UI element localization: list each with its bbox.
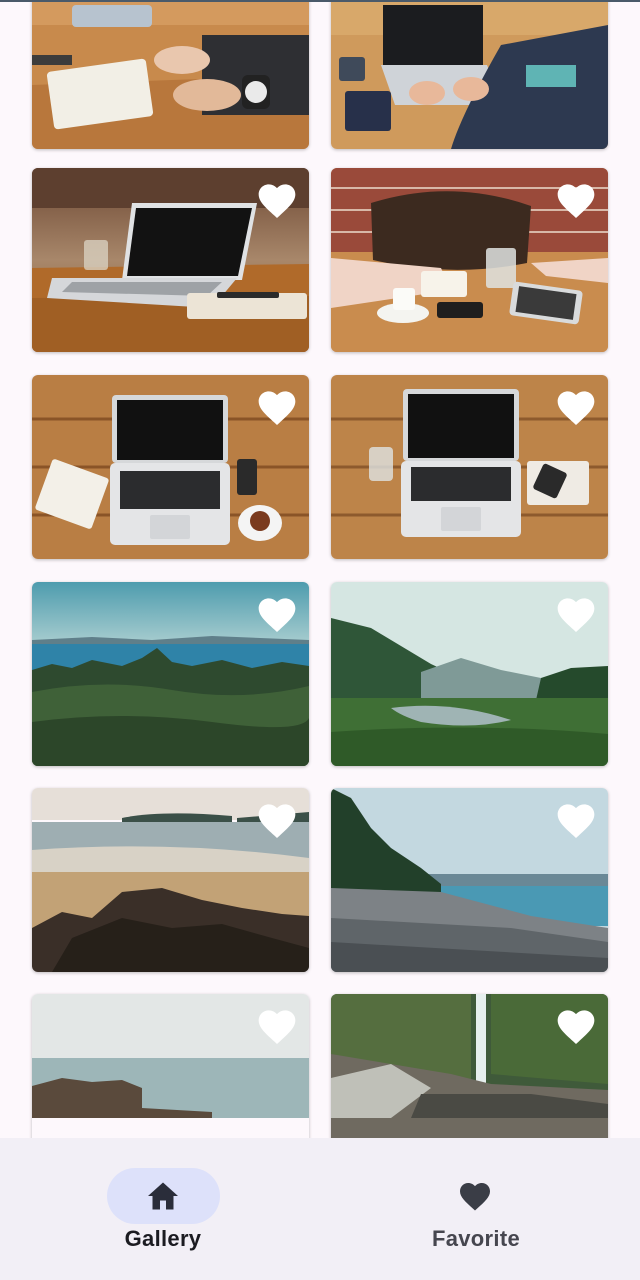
photo-card[interactable] (32, 2, 309, 149)
favorite-heart-icon[interactable] (554, 385, 598, 427)
nav-item-gallery[interactable]: Gallery (0, 1138, 320, 1280)
favorite-heart-icon[interactable] (554, 592, 598, 634)
favorite-heart-icon[interactable] (255, 592, 299, 634)
favorite-heart-icon[interactable] (255, 385, 299, 427)
photo-card[interactable] (32, 168, 309, 352)
photo-grid[interactable] (0, 2, 640, 1138)
favorite-heart-icon[interactable] (554, 1004, 598, 1046)
photo-card[interactable] (331, 994, 608, 1138)
photo-desk-notebook (32, 2, 309, 149)
nav-item-favorite[interactable]: Favorite (320, 1138, 640, 1280)
photo-card[interactable] (331, 788, 608, 972)
favorite-heart-icon[interactable] (255, 1004, 299, 1046)
photo-card[interactable] (331, 2, 608, 149)
nav-label-gallery: Gallery (124, 1226, 202, 1251)
favorite-heart-icon[interactable] (554, 178, 598, 220)
photo-card[interactable] (331, 582, 608, 766)
photo-card[interactable] (32, 375, 309, 559)
nav-label-favorite: Favorite (432, 1226, 520, 1251)
heart-icon (457, 1178, 493, 1214)
photo-card[interactable] (331, 168, 608, 352)
photo-card[interactable] (32, 788, 309, 972)
bottom-navigation-bar: Gallery Favorite (0, 1138, 640, 1280)
photo-card[interactable] (32, 582, 309, 766)
favorite-heart-icon[interactable] (554, 798, 598, 840)
favorite-heart-icon[interactable] (255, 798, 299, 840)
home-icon (145, 1178, 181, 1214)
photo-card[interactable] (331, 375, 608, 559)
photo-desk-laptop (331, 2, 608, 149)
favorite-heart-icon[interactable] (255, 178, 299, 220)
photo-card[interactable] (32, 994, 309, 1138)
